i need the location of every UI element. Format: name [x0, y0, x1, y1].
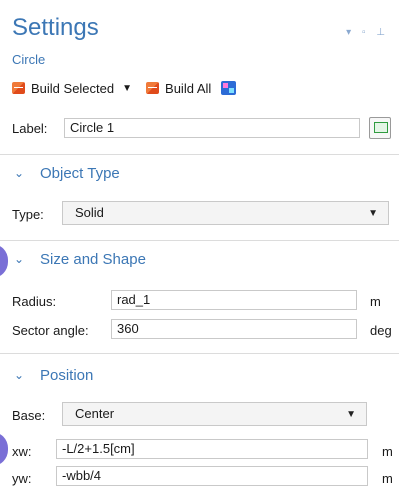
- section-title: Position: [40, 367, 94, 384]
- section-size-and-shape[interactable]: ⌄ Size and Shape: [0, 243, 399, 277]
- page-title: Settings: [12, 14, 99, 41]
- base-select-value: Center: [75, 406, 115, 421]
- divider: [0, 154, 399, 155]
- radius-unit: m: [370, 294, 381, 309]
- radius-label: Radius:: [12, 294, 57, 309]
- sector-angle-label: Sector angle:: [12, 323, 89, 338]
- geometry-view-icon[interactable]: [221, 81, 237, 95]
- divider: [0, 240, 399, 241]
- build-selected-dropdown-icon[interactable]: ▼: [122, 83, 132, 94]
- type-select-value: Solid: [75, 205, 104, 220]
- node-subtitle: Circle: [12, 52, 46, 67]
- label-notes-icon[interactable]: [369, 117, 391, 139]
- toolbar: Build Selected ▼ Build All: [12, 78, 237, 98]
- section-title: Object Type: [40, 165, 120, 182]
- section-title: Size and Shape: [40, 251, 146, 268]
- dropdown-arrow-icon: ▼: [368, 208, 378, 219]
- sector-angle-unit: deg: [370, 323, 392, 338]
- xw-label: xw:: [12, 444, 32, 459]
- build-selected-button[interactable]: Build Selected: [31, 81, 114, 96]
- section-object-type[interactable]: ⌄ Object Type: [0, 157, 399, 191]
- build-all-button[interactable]: Build All: [165, 81, 211, 96]
- base-select[interactable]: Center ▼: [62, 402, 367, 426]
- section-position[interactable]: ⌄ Position: [0, 359, 399, 393]
- chevron-down-icon: ⌄: [14, 252, 25, 266]
- sector-angle-input[interactable]: 360: [111, 319, 357, 339]
- build-selected-icon[interactable]: [12, 82, 25, 94]
- xw-unit: m: [382, 444, 393, 459]
- build-all-icon[interactable]: [146, 82, 160, 94]
- label-input[interactable]: Circle 1: [64, 118, 360, 138]
- label-field-label: Label:: [12, 121, 48, 136]
- type-select[interactable]: Solid ▼: [62, 201, 389, 225]
- dropdown-arrow-icon: ▼: [346, 409, 356, 420]
- divider: [0, 353, 399, 354]
- base-label: Base:: [12, 408, 46, 423]
- window-controls[interactable]: ▾ ▫ ⊥: [346, 27, 389, 38]
- yw-unit: m: [382, 471, 393, 486]
- radius-input[interactable]: rad_1: [111, 290, 357, 310]
- xw-input[interactable]: -L/2+1.5[cm]: [56, 439, 368, 459]
- yw-label: yw:: [12, 471, 32, 486]
- chevron-down-icon: ⌄: [14, 166, 25, 180]
- yw-input[interactable]: -wbb/4: [56, 466, 368, 486]
- step-marker: [0, 432, 8, 466]
- chevron-down-icon: ⌄: [14, 368, 25, 382]
- type-label: Type:: [12, 207, 44, 222]
